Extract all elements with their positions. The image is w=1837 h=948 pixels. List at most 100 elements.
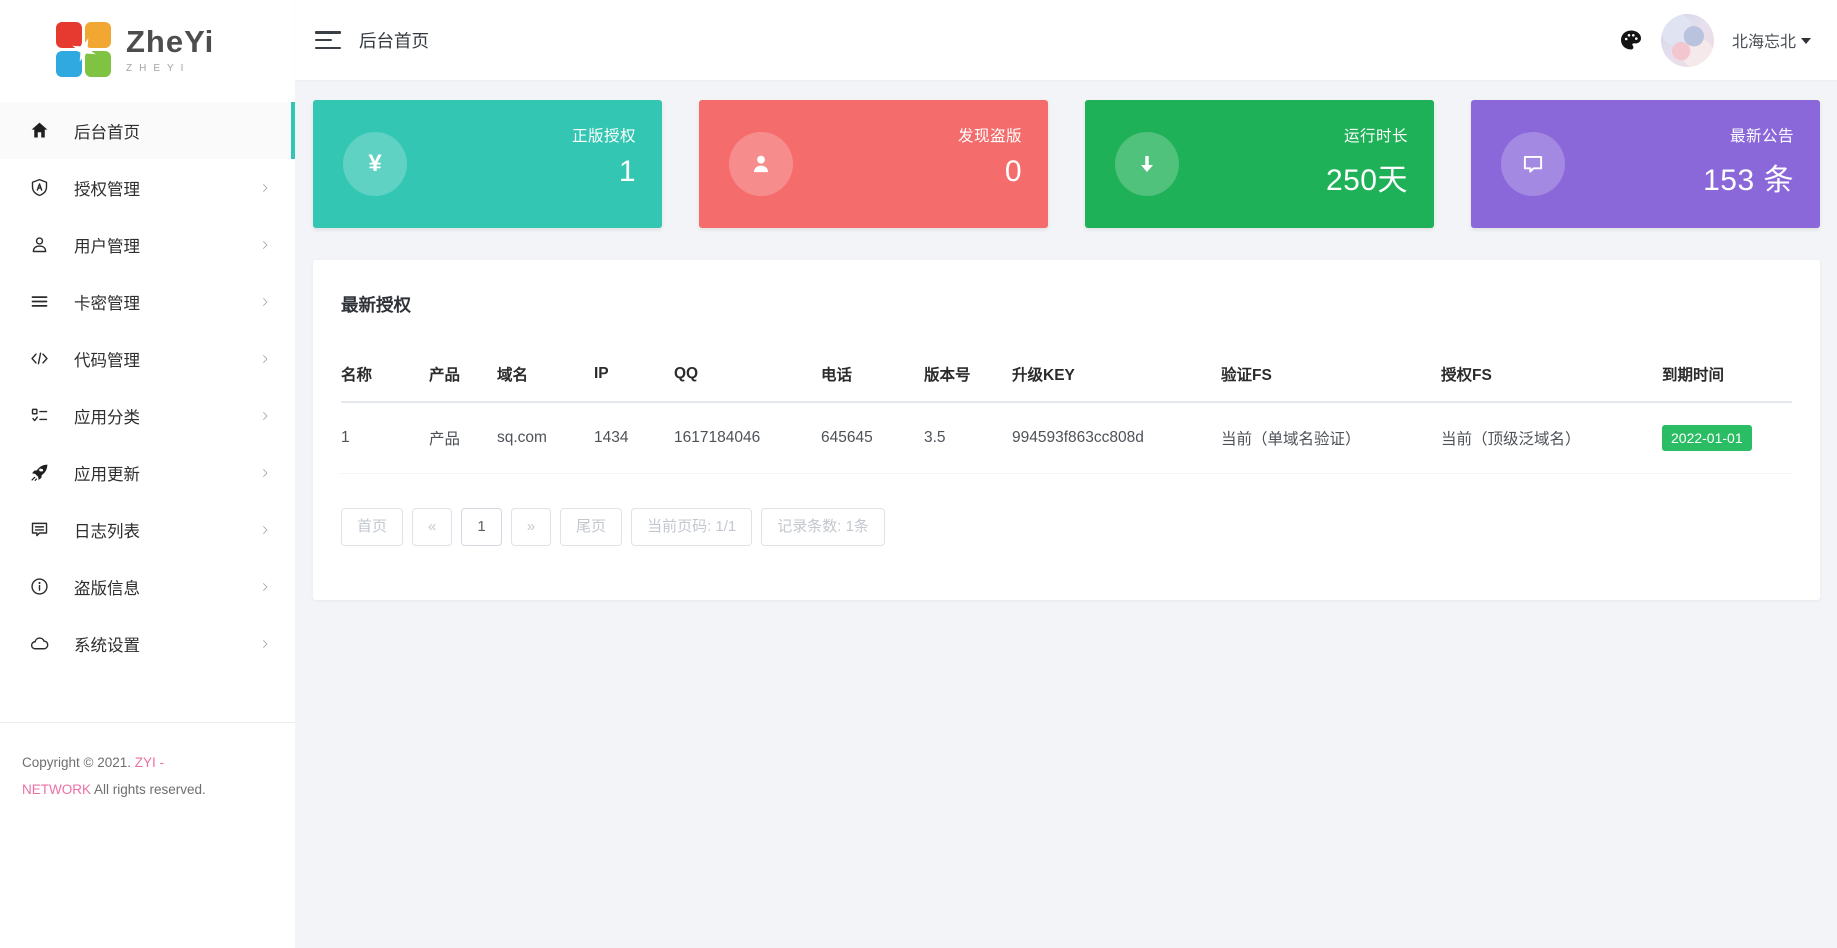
- sidebar-item-label: 盗版信息: [74, 575, 259, 599]
- stat-card-piracy-found: 发现盗版 0: [699, 100, 1048, 228]
- chevron-right-icon: [259, 581, 271, 593]
- pagination-record-count-label: 记录条数: 1条: [761, 508, 885, 546]
- pagination-next-button[interactable]: »: [511, 508, 551, 546]
- stat-card-announcements: 最新公告 153 条: [1471, 100, 1820, 228]
- sidebar-item-label: 应用更新: [74, 461, 259, 485]
- brand-logo-mark-icon: [56, 22, 112, 78]
- palette-icon: [1619, 28, 1643, 52]
- sidebar-item-label: 应用分类: [74, 404, 259, 428]
- stat-card-value: 153 条: [1703, 155, 1794, 199]
- username: 北海忘北: [1732, 28, 1796, 52]
- shield-icon: [27, 176, 51, 200]
- yen-icon: ¥: [343, 132, 407, 196]
- stat-cards: ¥ 正版授权 1 发现盗版 0: [313, 100, 1820, 228]
- sidebar-item-user-mgmt[interactable]: 用户管理: [0, 216, 295, 273]
- user-menu[interactable]: 北海忘北: [1732, 28, 1811, 52]
- stat-card-licensed: ¥ 正版授权 1: [313, 100, 662, 228]
- cell-name: 1: [341, 402, 429, 474]
- pagination-last-button[interactable]: 尾页: [560, 508, 622, 546]
- latest-auth-panel: 最新授权 名称 产品 域名 IP QQ 电: [313, 260, 1820, 600]
- sidebar-item-label: 用户管理: [74, 233, 259, 257]
- col-expiry: 到期时间: [1662, 349, 1792, 402]
- brand-logo[interactable]: ZheYi ZHEYI: [0, 0, 295, 100]
- theme-palette-button[interactable]: [1619, 28, 1643, 52]
- col-phone: 电话: [821, 349, 924, 402]
- comment-icon: [1501, 132, 1565, 196]
- col-name: 名称: [341, 349, 429, 402]
- copyright-suffix: All rights reserved.: [91, 782, 206, 797]
- page-title: 后台首页: [359, 28, 429, 53]
- cell-expiry: 2022-01-01: [1662, 402, 1792, 474]
- pagination-prev-button[interactable]: «: [412, 508, 452, 546]
- sidebar-item-label: 系统设置: [74, 632, 259, 656]
- sidebar-item-label: 代码管理: [74, 347, 259, 371]
- pagination-page-button[interactable]: 1: [461, 508, 501, 546]
- cell-upgrade-key: 994593f863cc808d: [1012, 402, 1221, 474]
- chevron-right-icon: [259, 239, 271, 251]
- chevron-right-icon: [259, 638, 271, 650]
- cell-verify-fs: 当前（单域名验证）: [1221, 402, 1441, 474]
- stat-card-label: 发现盗版: [958, 124, 1022, 146]
- cell-qq: 1617184046: [674, 402, 821, 474]
- sidebar-item-card-key-mgmt[interactable]: 卡密管理: [0, 273, 295, 330]
- pagination-first-button[interactable]: 首页: [341, 508, 403, 546]
- main-area: 后台首页 北海忘北 ¥: [295, 0, 1837, 948]
- sidebar-item-app-update[interactable]: 应用更新: [0, 444, 295, 501]
- person-icon: [729, 132, 793, 196]
- sidebar-nav: 后台首页 授权管理 用户管理 卡密管理: [0, 102, 295, 672]
- col-verify-fs: 验证FS: [1221, 349, 1441, 402]
- col-ip: IP: [594, 349, 674, 402]
- chevron-right-icon: [259, 467, 271, 479]
- rocket-icon: [27, 461, 51, 485]
- col-domain: 域名: [497, 349, 594, 402]
- brand-title: ZheYi: [126, 26, 214, 57]
- user-icon: [27, 233, 51, 257]
- sidebar-item-label: 卡密管理: [74, 290, 259, 314]
- checklist-icon: [27, 404, 51, 428]
- star-icon: [69, 35, 99, 65]
- col-auth-fs: 授权FS: [1441, 349, 1662, 402]
- app-window: ZheYi ZHEYI 后台首页 授权管理: [0, 0, 1837, 948]
- sidebar-item-dashboard[interactable]: 后台首页: [0, 102, 295, 159]
- topbar: 后台首页 北海忘北: [295, 0, 1837, 80]
- sidebar-item-log-list[interactable]: 日志列表: [0, 501, 295, 558]
- col-version: 版本号: [924, 349, 1012, 402]
- sidebar-item-app-category[interactable]: 应用分类: [0, 387, 295, 444]
- user-avatar[interactable]: [1661, 14, 1714, 67]
- info-icon: [27, 575, 51, 599]
- sidebar-item-label: 授权管理: [74, 176, 259, 200]
- chevron-right-icon: [259, 353, 271, 365]
- cell-ip: 1434: [594, 402, 674, 474]
- latest-auth-table: 名称 产品 域名 IP QQ 电话 版本号 升级KEY 验证FS 授权FS 到期…: [341, 349, 1792, 474]
- col-qq: QQ: [674, 349, 821, 402]
- sidebar-item-auth-mgmt[interactable]: 授权管理: [0, 159, 295, 216]
- cloud-icon: [27, 632, 51, 656]
- home-icon: [27, 119, 51, 143]
- stat-card-label: 运行时长: [1326, 124, 1408, 146]
- sidebar: ZheYi ZHEYI 后台首页 授权管理: [0, 0, 295, 948]
- cell-version: 3.5: [924, 402, 1012, 474]
- sidebar-toggle-button[interactable]: [315, 30, 341, 50]
- cell-domain: sq.com: [497, 402, 594, 474]
- arrow-down-icon: [1115, 132, 1179, 196]
- copyright-text: Copyright © 2021. ZYI - NETWORK All righ…: [0, 723, 250, 803]
- sidebar-item-label: 后台首页: [74, 119, 267, 143]
- caret-down-icon: [1801, 38, 1811, 44]
- chevron-right-icon: [259, 524, 271, 536]
- table-header-row: 名称 产品 域名 IP QQ 电话 版本号 升级KEY 验证FS 授权FS 到期…: [341, 349, 1792, 402]
- brand-subtitle: ZHEYI: [126, 64, 214, 74]
- code-icon: [27, 347, 51, 371]
- expiry-date-badge: 2022-01-01: [1662, 425, 1752, 451]
- sidebar-item-system-settings[interactable]: 系统设置: [0, 615, 295, 672]
- sidebar-item-piracy-info[interactable]: 盗版信息: [0, 558, 295, 615]
- sidebar-item-code-mgmt[interactable]: 代码管理: [0, 330, 295, 387]
- chevron-right-icon: [259, 182, 271, 194]
- col-upgrade-key: 升级KEY: [1012, 349, 1221, 402]
- stat-card-value: 0: [958, 155, 1022, 189]
- list-icon: [27, 290, 51, 314]
- stat-card-label: 最新公告: [1703, 124, 1794, 146]
- content: ¥ 正版授权 1 发现盗版 0: [295, 80, 1837, 948]
- message-icon: [27, 518, 51, 542]
- yen-glyph: ¥: [368, 150, 381, 178]
- table-row: 1 产品 sq.com 1434 1617184046 645645 3.5 9…: [341, 402, 1792, 474]
